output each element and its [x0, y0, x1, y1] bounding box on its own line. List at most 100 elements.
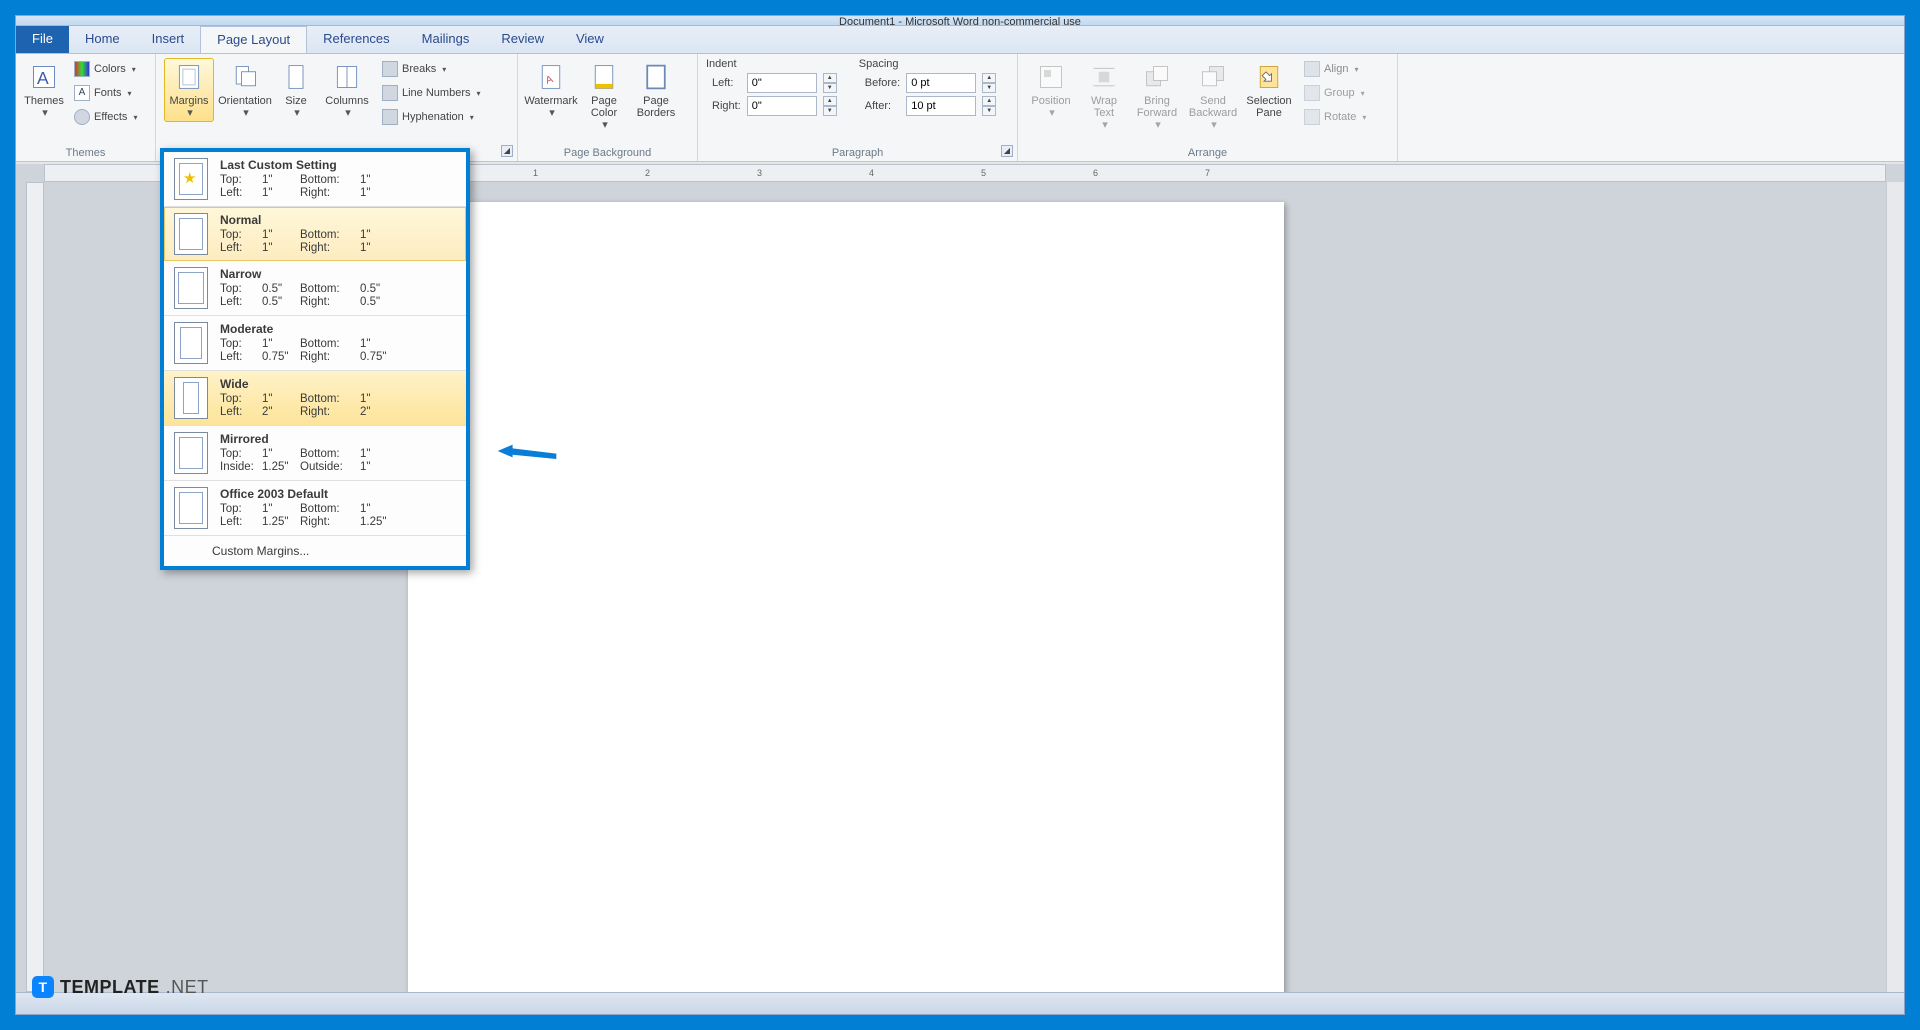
spacing-before-spinner[interactable]: ▲▼ [982, 73, 996, 93]
tab-file[interactable]: File [16, 26, 69, 53]
page-color-button[interactable]: Page Color▾ [582, 58, 626, 134]
margin-option-moderate[interactable]: ModerateTop:1"Bottom:1"Left:0.75"Right:0… [164, 316, 466, 371]
group-page-background: AWatermark▾ Page Color▾ Page Borders Pag… [518, 54, 698, 161]
spacing-before-input[interactable] [906, 73, 976, 93]
spacing-label: Spacing [859, 58, 998, 70]
align-icon [1304, 61, 1320, 77]
ruler-mark: 6 [1093, 168, 1098, 178]
orientation-button[interactable]: Orientation▾ [220, 58, 270, 122]
spacing-after-input[interactable] [906, 96, 976, 116]
effects-icon [74, 109, 90, 125]
columns-button[interactable]: Columns▾ [322, 58, 372, 122]
themes-icon: A [28, 61, 60, 93]
colors-icon [74, 61, 90, 77]
send-backward-button[interactable]: Send Backward▾ [1188, 58, 1238, 134]
custom-margins-option[interactable]: Custom Margins... [164, 536, 466, 566]
vertical-ruler[interactable] [26, 182, 44, 992]
tab-home[interactable]: Home [69, 26, 136, 53]
svg-text:A: A [37, 68, 49, 88]
group-page-setup: Margins▾ Orientation▾ Size▾ Columns▾ Bre… [156, 54, 518, 161]
ruler-mark: 3 [757, 168, 762, 178]
line-numbers-icon [382, 85, 398, 101]
group-label-paragraph: Paragraph [698, 147, 1017, 159]
rotate-icon [1304, 109, 1320, 125]
margin-thumb-icon [174, 267, 208, 309]
tab-page-layout[interactable]: Page Layout [200, 26, 307, 53]
after-label: After: [865, 100, 900, 112]
orientation-icon [229, 61, 261, 93]
watermark-suffix: .NET [166, 977, 209, 998]
ruler-mark: 5 [981, 168, 986, 178]
indent-left-input[interactable] [747, 73, 817, 93]
margins-icon [173, 61, 205, 93]
window-title: Document1 - Microsoft Word non-commercia… [839, 16, 1081, 26]
group-icon [1304, 85, 1320, 101]
group-paragraph: Indent Left: ▲▼ Right: ▲▼ Spacing Before… [698, 54, 1018, 161]
before-label: Before: [865, 77, 900, 89]
tab-review[interactable]: Review [485, 26, 560, 53]
margin-option-normal[interactable]: NormalTop:1"Bottom:1"Left:1"Right:1" [164, 207, 466, 261]
margin-option-wide[interactable]: WideTop:1"Bottom:1"Left:2"Right:2" [164, 371, 466, 426]
margin-thumb-icon [174, 158, 208, 200]
page-borders-button[interactable]: Page Borders [632, 58, 680, 122]
margin-option-narrow[interactable]: NarrowTop:0.5"Bottom:0.5"Left:0.5"Right:… [164, 261, 466, 316]
margin-option-mirrored[interactable]: MirroredTop:1"Bottom:1"Inside:1.25"Outsi… [164, 426, 466, 481]
tab-insert[interactable]: Insert [136, 26, 201, 53]
group-objects-button[interactable]: Group▾ [1300, 82, 1370, 104]
margin-thumb-icon [174, 213, 208, 255]
margins-button[interactable]: Margins▾ [164, 58, 214, 122]
bring-forward-button[interactable]: Bring Forward▾ [1132, 58, 1182, 134]
position-button[interactable]: Position▾ [1026, 58, 1076, 122]
watermark-button[interactable]: AWatermark▾ [526, 58, 576, 122]
group-label-page-bg: Page Background [518, 147, 697, 159]
bring-forward-icon [1141, 61, 1173, 93]
page-color-icon [588, 61, 620, 93]
breaks-icon [382, 61, 398, 77]
indent-left-spinner[interactable]: ▲▼ [823, 73, 837, 93]
margin-option-title: Office 2003 Default [220, 487, 456, 501]
colors-button[interactable]: Colors▾ [70, 58, 141, 80]
selection-pane-icon [1253, 61, 1285, 93]
page-canvas[interactable] [408, 202, 1284, 992]
align-button[interactable]: Align▾ [1300, 58, 1370, 80]
hyphenation-button[interactable]: Hyphenation▾ [378, 106, 485, 128]
title-bar: Document1 - Microsoft Word non-commercia… [16, 16, 1904, 26]
tab-mailings[interactable]: Mailings [406, 26, 486, 53]
columns-icon [331, 61, 363, 93]
margin-option-title: Mirrored [220, 432, 456, 446]
margin-option-office-2003-default[interactable]: Office 2003 DefaultTop:1"Bottom:1"Left:1… [164, 481, 466, 536]
margin-option-title: Normal [220, 213, 456, 227]
hyphenation-icon [382, 109, 398, 125]
ruler-mark: 2 [645, 168, 650, 178]
indent-right-input[interactable] [747, 96, 817, 116]
page-borders-icon [640, 61, 672, 93]
group-label-themes: Themes [16, 147, 155, 159]
tab-references[interactable]: References [307, 26, 405, 53]
position-icon [1035, 61, 1067, 93]
status-bar [16, 992, 1904, 1014]
line-numbers-button[interactable]: Line Numbers▾ [378, 82, 485, 104]
effects-button[interactable]: Effects▾ [70, 106, 141, 128]
margin-thumb-icon [174, 487, 208, 529]
ribbon: A Themes▾ Colors▾ AFonts▾ Effects▾ Theme… [16, 54, 1904, 162]
spacing-after-spinner[interactable]: ▲▼ [982, 96, 996, 116]
margin-option-last-custom-setting[interactable]: Last Custom SettingTop:1"Bottom:1"Left:1… [164, 152, 466, 207]
margin-thumb-icon [174, 377, 208, 419]
margin-thumb-icon [174, 322, 208, 364]
size-button[interactable]: Size▾ [276, 58, 316, 122]
indent-right-spinner[interactable]: ▲▼ [823, 96, 837, 116]
group-arrange: Position▾ Wrap Text▾ Bring Forward▾ Send… [1018, 54, 1398, 161]
rotate-button[interactable]: Rotate▾ [1300, 106, 1370, 128]
vertical-scrollbar[interactable] [1886, 182, 1904, 992]
size-icon [280, 61, 312, 93]
themes-button[interactable]: A Themes▾ [24, 58, 64, 122]
fonts-button[interactable]: AFonts▾ [70, 82, 141, 104]
selection-pane-button[interactable]: Selection Pane [1244, 58, 1294, 122]
wrap-text-button[interactable]: Wrap Text▾ [1082, 58, 1126, 134]
margin-thumb-icon [174, 432, 208, 474]
ruler-mark: 7 [1205, 168, 1210, 178]
ribbon-tabs: File Home Insert Page Layout References … [16, 26, 1904, 54]
tab-view[interactable]: View [560, 26, 620, 53]
breaks-button[interactable]: Breaks▾ [378, 58, 485, 80]
watermark-text: TEMPLATE [60, 977, 160, 998]
